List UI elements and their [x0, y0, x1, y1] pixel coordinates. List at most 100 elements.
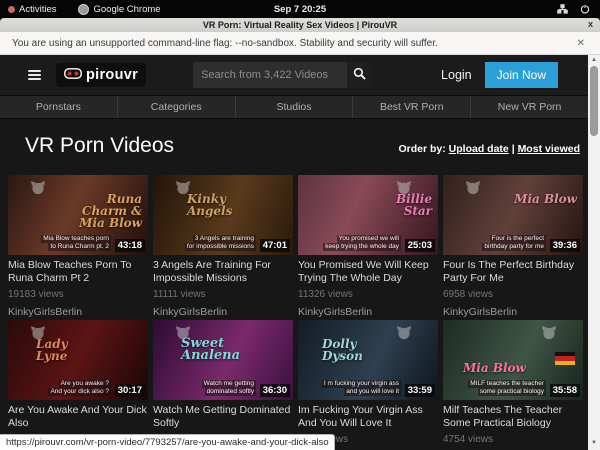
site-header: pirouvr Login Join Now — [0, 55, 588, 95]
studio-link[interactable]: KinkyGirlsBerlin — [298, 306, 438, 318]
vr-goggles-icon — [64, 66, 82, 84]
duration-badge: 47:01 — [260, 239, 290, 252]
video-thumbnail[interactable]: Kinky Angels 3 Angels are trainingfor im… — [153, 175, 293, 255]
thumbnail-overlay-title: Sweet Analena — [181, 338, 247, 362]
infobar-message: You are using an unsupported command-lin… — [12, 38, 438, 49]
video-title[interactable]: Im Fucking Your Virgin Ass And You Will … — [298, 404, 438, 429]
video-card[interactable]: Sweet Analena Watch me gettingdominated … — [153, 320, 293, 450]
video-thumbnail[interactable]: Billie Star You promised we willkeep try… — [298, 175, 438, 255]
duration-badge: 36:30 — [260, 384, 290, 397]
video-title[interactable]: You Promised We Will Keep Trying The Who… — [298, 259, 438, 284]
infobar-close-icon[interactable]: ✕ — [577, 38, 585, 49]
order-upload-date-link[interactable]: Upload date — [449, 143, 509, 155]
video-card[interactable]: Mia Blow MILF teaches the teachersome pr… — [443, 320, 583, 450]
video-title[interactable]: Mia Blow Teaches Porn To Runa Charm Pt 2 — [8, 259, 148, 284]
scroll-down-icon[interactable]: ▼ — [588, 438, 600, 448]
german-flag-icon — [555, 352, 575, 365]
search-icon — [353, 67, 366, 83]
order-by-controls: Order by: Upload date | Most viewed — [398, 143, 580, 155]
network-icon[interactable] — [557, 4, 568, 14]
video-card[interactable]: Mia Blow Four is the perfectbirthday par… — [443, 175, 583, 318]
view-count: 11326 views — [298, 289, 438, 300]
video-title[interactable]: Milf Teaches The Teacher Some Practical … — [443, 404, 583, 429]
view-count: 19183 views — [8, 289, 148, 300]
system-top-bar: Activities Google Chrome Sep 7 20:25 — [0, 0, 600, 18]
video-thumbnail[interactable]: Dolly Dyson I m fucking your virgin assa… — [298, 320, 438, 400]
status-url-bubble: https://pirouvr.com/vr-porn-video/779325… — [0, 434, 335, 450]
site-logo-text: pirouvr — [86, 67, 138, 83]
order-by-label: Order by: — [398, 143, 445, 155]
search-input[interactable] — [193, 62, 347, 88]
login-link[interactable]: Login — [441, 68, 472, 82]
video-card[interactable]: Lady Lyne Are you awake ?And your dick a… — [8, 320, 148, 450]
search-button[interactable] — [347, 62, 372, 88]
power-icon[interactable] — [580, 4, 590, 14]
web-page: pirouvr Login Join Now Pornstars Categor… — [0, 55, 588, 450]
video-title[interactable]: Watch Me Getting Dominated Softly — [153, 404, 293, 429]
page-title: VR Porn Videos — [25, 134, 174, 158]
window-title: VR Porn: Virtual Reality Sex Videos | Pi… — [203, 20, 397, 30]
video-grid: Runa Charm & Mia Blow Mia Blow teaches p… — [8, 175, 588, 450]
thumbnail-overlay-title: Billie Star — [366, 193, 432, 217]
video-card[interactable]: Billie Star You promised we willkeep try… — [298, 175, 438, 318]
view-count: 4754 views — [443, 434, 583, 445]
chrome-infobar: You are using an unsupported command-lin… — [0, 32, 600, 55]
thumbnail-overlay-title: Kinky Angels — [187, 193, 253, 217]
thumbnail-overlay-title: Mia Blow — [511, 193, 577, 205]
thumbnail-overlay-title: Dolly Dyson — [322, 338, 388, 362]
nav-item-best-vr[interactable]: Best VR Porn — [352, 96, 470, 118]
thumbnail-overlay-title: Runa Charm & Mia Blow — [76, 193, 142, 229]
join-now-button[interactable]: Join Now — [485, 62, 558, 88]
thumbnail-overlay-title: Lady Lyne — [36, 338, 102, 362]
nav-item-studios[interactable]: Studios — [235, 96, 353, 118]
duration-badge: 43:18 — [115, 239, 145, 252]
video-thumbnail[interactable]: Sweet Analena Watch me gettingdominated … — [153, 320, 293, 400]
hamburger-menu-icon[interactable] — [28, 70, 41, 80]
screen: Activities Google Chrome Sep 7 20:25 VR … — [0, 0, 600, 450]
clock[interactable]: Sep 7 20:25 — [0, 4, 600, 15]
nav-item-new-vr[interactable]: New VR Porn — [470, 96, 588, 118]
video-card[interactable]: Dolly Dyson I m fucking your virgin assa… — [298, 320, 438, 450]
video-thumbnail[interactable]: Runa Charm & Mia Blow Mia Blow teaches p… — [8, 175, 148, 255]
scroll-up-icon[interactable]: ▲ — [588, 55, 600, 65]
video-card[interactable]: Kinky Angels 3 Angels are trainingfor im… — [153, 175, 293, 318]
thumbnail-caption: MILF teaches the teachersome practical b… — [468, 380, 546, 396]
studio-cat-logo-icon — [30, 180, 46, 200]
page-scrollbar[interactable]: ▲ ▼ — [588, 55, 600, 450]
thumbnail-caption: I m fucking your virgin assand you will … — [322, 380, 401, 396]
duration-badge: 30:17 — [115, 384, 145, 397]
studio-link[interactable]: KinkyGirlsBerlin — [8, 306, 148, 318]
thumbnail-caption: Watch me gettingdominated softly — [202, 380, 256, 396]
thumbnail-caption: Mia Blow teaches pornto Runa Charm pt. 2 — [41, 235, 111, 251]
video-title[interactable]: Are You Awake And Your Dick Also — [8, 404, 148, 429]
video-thumbnail[interactable]: Mia Blow MILF teaches the teachersome pr… — [443, 320, 583, 400]
studio-link[interactable]: KinkyGirlsBerlin — [153, 306, 293, 318]
video-thumbnail[interactable]: Mia Blow Four is the perfectbirthday par… — [443, 175, 583, 255]
thumbnail-caption: You promised we willkeep trying the whol… — [323, 235, 401, 251]
thumbnail-overlay-title: Mia Blow — [463, 362, 529, 374]
duration-badge: 35:58 — [550, 384, 580, 397]
video-title[interactable]: 3 Angels Are Training For Impossible Mis… — [153, 259, 293, 284]
site-logo[interactable]: pirouvr — [56, 63, 146, 87]
video-title[interactable]: Four Is The Perfect Birthday Party For M… — [443, 259, 583, 284]
scrollbar-thumb[interactable] — [590, 66, 598, 136]
thumbnail-caption: Are you awake ?And your dick also ? — [48, 380, 111, 396]
duration-badge: 25:03 — [405, 239, 435, 252]
video-thumbnail[interactable]: Lady Lyne Are you awake ?And your dick a… — [8, 320, 148, 400]
view-count: 11111 views — [153, 289, 293, 300]
studio-cat-logo-icon — [465, 180, 481, 200]
window-title-bar: VR Porn: Virtual Reality Sex Videos | Pi… — [0, 18, 600, 33]
thumbnail-caption: Four is the perfectbirthday party for me — [482, 235, 546, 251]
duration-badge: 33:59 — [405, 384, 435, 397]
studio-link[interactable]: KinkyGirlsBerlin — [443, 306, 583, 318]
thumbnail-caption: 3 Angels are trainingfor impossible miss… — [185, 235, 256, 251]
duration-badge: 39:36 — [550, 239, 580, 252]
studio-cat-logo-icon — [396, 325, 412, 345]
studio-cat-logo-icon — [541, 325, 557, 345]
video-card[interactable]: Runa Charm & Mia Blow Mia Blow teaches p… — [8, 175, 148, 318]
nav-item-categories[interactable]: Categories — [117, 96, 235, 118]
nav-item-pornstars[interactable]: Pornstars — [0, 96, 117, 118]
order-most-viewed-link[interactable]: Most viewed — [518, 143, 580, 155]
window-close-icon[interactable]: x — [588, 19, 593, 29]
view-count: 6958 views — [443, 289, 583, 300]
